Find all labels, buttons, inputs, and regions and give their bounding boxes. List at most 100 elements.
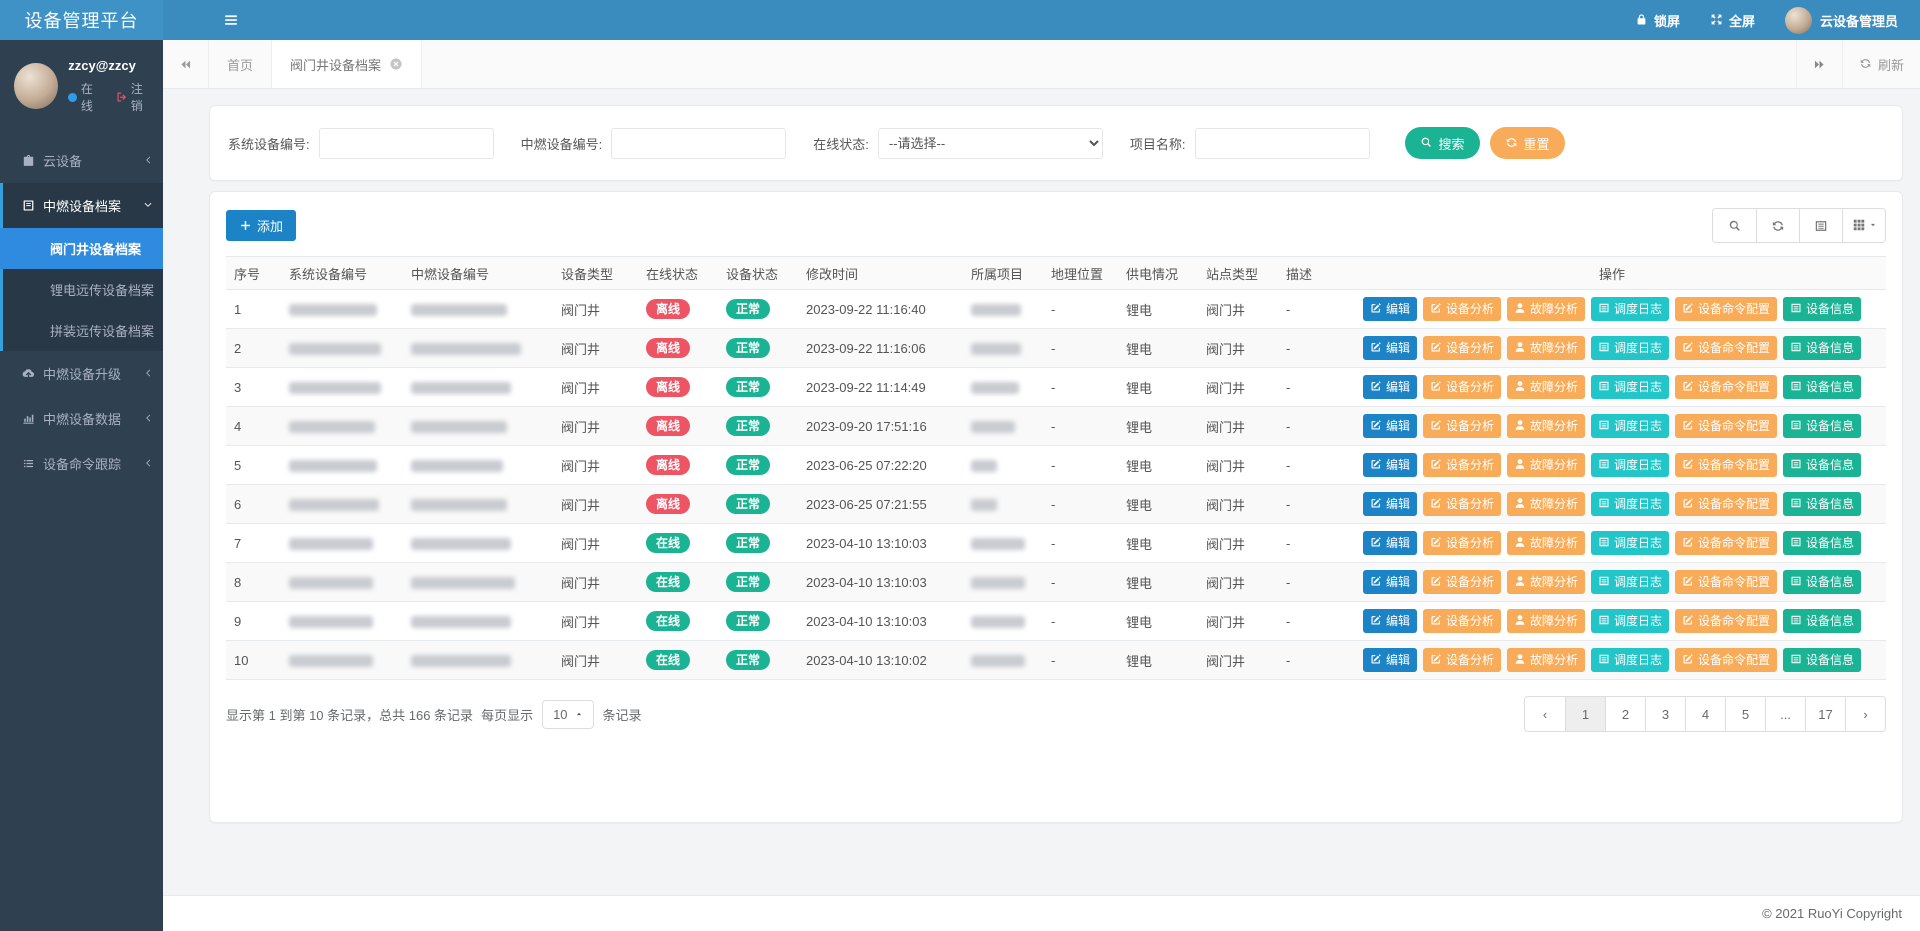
device-info-button[interactable]: 设备信息 bbox=[1783, 375, 1861, 399]
page-button[interactable]: 17 bbox=[1805, 697, 1845, 731]
fault-analysis-button[interactable]: 故障分析 bbox=[1507, 414, 1585, 438]
page-button[interactable]: 1 bbox=[1565, 697, 1605, 731]
column-header[interactable]: 修改时间 bbox=[798, 257, 963, 290]
column-header[interactable]: 序号 bbox=[226, 257, 281, 290]
device-analysis-button[interactable]: 设备分析 bbox=[1423, 531, 1501, 555]
dispatch-log-button[interactable]: 调度日志 bbox=[1591, 297, 1669, 321]
user-menu[interactable]: 云设备管理员 bbox=[1785, 7, 1898, 34]
fault-analysis-button[interactable]: 故障分析 bbox=[1507, 492, 1585, 516]
dispatch-log-button[interactable]: 调度日志 bbox=[1591, 609, 1669, 633]
dispatch-log-button[interactable]: 调度日志 bbox=[1591, 648, 1669, 672]
logout-link[interactable]: 注销 bbox=[116, 80, 153, 114]
search-button[interactable]: 搜索 bbox=[1405, 127, 1480, 159]
fault-analysis-button[interactable]: 故障分析 bbox=[1507, 648, 1585, 672]
column-header[interactable]: 地理位置 bbox=[1043, 257, 1118, 290]
tab-item[interactable]: 阀门井设备档案 bbox=[271, 40, 422, 88]
edit-button[interactable]: 编辑 bbox=[1363, 648, 1417, 672]
edit-button[interactable]: 编辑 bbox=[1363, 609, 1417, 633]
device-info-button[interactable]: 设备信息 bbox=[1783, 531, 1861, 555]
dispatch-log-button[interactable]: 调度日志 bbox=[1591, 570, 1669, 594]
project-name-input[interactable] bbox=[1195, 128, 1370, 159]
device-command-config-button[interactable]: 设备命令配置 bbox=[1675, 531, 1777, 555]
tab-refresh-button[interactable]: 刷新 bbox=[1842, 40, 1920, 88]
sidebar-subitem[interactable]: 拼装远传设备档案 bbox=[3, 310, 163, 351]
sidebar-item[interactable]: 设备命令跟踪 bbox=[3, 441, 163, 486]
device-command-config-button[interactable]: 设备命令配置 bbox=[1675, 375, 1777, 399]
device-command-config-button[interactable]: 设备命令配置 bbox=[1675, 648, 1777, 672]
column-header[interactable]: 系统设备编号 bbox=[281, 257, 403, 290]
fault-analysis-button[interactable]: 故障分析 bbox=[1507, 453, 1585, 477]
prev-page-button[interactable]: ‹ bbox=[1525, 697, 1565, 731]
dispatch-log-button[interactable]: 调度日志 bbox=[1591, 336, 1669, 360]
device-info-button[interactable]: 设备信息 bbox=[1783, 453, 1861, 477]
device-info-button[interactable]: 设备信息 bbox=[1783, 492, 1861, 516]
fullscreen-button[interactable]: 全屏 bbox=[1710, 11, 1755, 30]
device-info-button[interactable]: 设备信息 bbox=[1783, 570, 1861, 594]
column-header[interactable]: 供电情况 bbox=[1118, 257, 1198, 290]
dispatch-log-button[interactable]: 调度日志 bbox=[1591, 531, 1669, 555]
edit-button[interactable]: 编辑 bbox=[1363, 531, 1417, 555]
device-analysis-button[interactable]: 设备分析 bbox=[1423, 492, 1501, 516]
device-analysis-button[interactable]: 设备分析 bbox=[1423, 414, 1501, 438]
device-info-button[interactable]: 设备信息 bbox=[1783, 297, 1861, 321]
close-icon[interactable] bbox=[389, 57, 403, 71]
device-info-button[interactable]: 设备信息 bbox=[1783, 648, 1861, 672]
fault-analysis-button[interactable]: 故障分析 bbox=[1507, 336, 1585, 360]
column-header[interactable]: 设备状态 bbox=[718, 257, 798, 290]
device-command-config-button[interactable]: 设备命令配置 bbox=[1675, 297, 1777, 321]
sidebar-item[interactable]: 中燃设备数据 bbox=[3, 396, 163, 441]
edit-button[interactable]: 编辑 bbox=[1363, 297, 1417, 321]
page-button[interactable]: 5 bbox=[1725, 697, 1765, 731]
device-analysis-button[interactable]: 设备分析 bbox=[1423, 609, 1501, 633]
fault-analysis-button[interactable]: 故障分析 bbox=[1507, 570, 1585, 594]
column-header[interactable]: 在线状态 bbox=[638, 257, 718, 290]
table-view-button[interactable] bbox=[1842, 209, 1885, 242]
page-button[interactable]: 2 bbox=[1605, 697, 1645, 731]
device-analysis-button[interactable]: 设备分析 bbox=[1423, 375, 1501, 399]
column-header[interactable]: 站点类型 bbox=[1198, 257, 1278, 290]
edit-button[interactable]: 编辑 bbox=[1363, 570, 1417, 594]
device-info-button[interactable]: 设备信息 bbox=[1783, 609, 1861, 633]
sidebar-item[interactable]: 中燃设备档案 bbox=[3, 183, 163, 228]
column-header[interactable]: 操作 bbox=[1338, 257, 1886, 290]
device-info-button[interactable]: 设备信息 bbox=[1783, 336, 1861, 360]
table-columns-button[interactable] bbox=[1799, 209, 1842, 242]
page-button[interactable]: 4 bbox=[1685, 697, 1725, 731]
device-command-config-button[interactable]: 设备命令配置 bbox=[1675, 336, 1777, 360]
column-header[interactable]: 所属项目 bbox=[963, 257, 1043, 290]
tabs-scroll-left-button[interactable] bbox=[163, 40, 209, 88]
page-button[interactable]: 3 bbox=[1645, 697, 1685, 731]
fault-analysis-button[interactable]: 故障分析 bbox=[1507, 531, 1585, 555]
fault-analysis-button[interactable]: 故障分析 bbox=[1507, 375, 1585, 399]
device-command-config-button[interactable]: 设备命令配置 bbox=[1675, 609, 1777, 633]
device-analysis-button[interactable]: 设备分析 bbox=[1423, 453, 1501, 477]
reset-button[interactable]: 重置 bbox=[1490, 127, 1565, 159]
sidebar-item[interactable]: 云设备 bbox=[3, 138, 163, 183]
fault-analysis-button[interactable]: 故障分析 bbox=[1507, 609, 1585, 633]
edit-button[interactable]: 编辑 bbox=[1363, 375, 1417, 399]
device-analysis-button[interactable]: 设备分析 bbox=[1423, 570, 1501, 594]
sidebar-item[interactable]: 中燃设备升级 bbox=[3, 351, 163, 396]
dispatch-log-button[interactable]: 调度日志 bbox=[1591, 453, 1669, 477]
tab-item[interactable]: 首页 bbox=[209, 40, 271, 88]
lock-screen-button[interactable]: 锁屏 bbox=[1635, 11, 1680, 30]
column-header[interactable]: 中燃设备编号 bbox=[403, 257, 553, 290]
edit-button[interactable]: 编辑 bbox=[1363, 453, 1417, 477]
sidebar-subitem[interactable]: 阀门井设备档案 bbox=[0, 228, 163, 269]
sidebar-subitem[interactable]: 锂电远传设备档案 bbox=[3, 269, 163, 310]
device-info-button[interactable]: 设备信息 bbox=[1783, 414, 1861, 438]
column-header[interactable]: 描述 bbox=[1278, 257, 1338, 290]
column-header[interactable]: 设备类型 bbox=[553, 257, 638, 290]
dispatch-log-button[interactable]: 调度日志 bbox=[1591, 375, 1669, 399]
device-command-config-button[interactable]: 设备命令配置 bbox=[1675, 414, 1777, 438]
edit-button[interactable]: 编辑 bbox=[1363, 492, 1417, 516]
device-analysis-button[interactable]: 设备分析 bbox=[1423, 336, 1501, 360]
edit-button[interactable]: 编辑 bbox=[1363, 336, 1417, 360]
dispatch-log-button[interactable]: 调度日志 bbox=[1591, 414, 1669, 438]
page-size-dropdown[interactable]: 10 bbox=[542, 700, 593, 729]
system-device-no-input[interactable] bbox=[319, 128, 494, 159]
tabs-forward-button[interactable] bbox=[1796, 40, 1842, 88]
menu-bars-icon[interactable] bbox=[223, 12, 239, 28]
table-search-button[interactable] bbox=[1713, 209, 1756, 242]
device-analysis-button[interactable]: 设备分析 bbox=[1423, 297, 1501, 321]
